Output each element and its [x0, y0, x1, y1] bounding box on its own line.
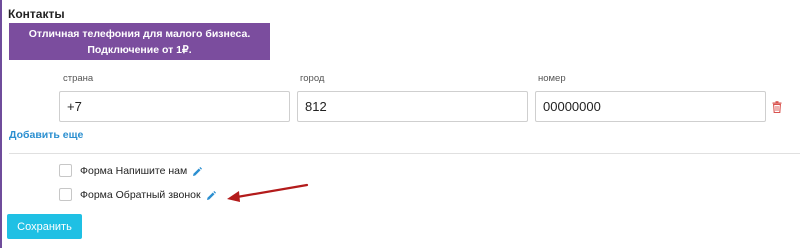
pencil-icon[interactable] — [192, 167, 202, 177]
add-more-link[interactable]: Добавить еще — [9, 129, 83, 141]
form-write-us-label: Форма Напишите нам — [80, 165, 188, 177]
trash-icon[interactable] — [772, 101, 782, 113]
divider — [9, 153, 800, 154]
promo-banner-line1: Отличная телефония для малого бизнеса. — [28, 28, 251, 40]
window-frame-edge — [0, 0, 2, 248]
country-label: страна — [63, 73, 94, 84]
country-code-input[interactable] — [59, 91, 290, 122]
pencil-icon[interactable] — [206, 191, 216, 201]
phone-number-input[interactable] — [535, 91, 766, 122]
save-button[interactable]: Сохранить — [7, 214, 82, 239]
city-code-input[interactable] — [297, 91, 528, 122]
section-title: Контакты — [8, 7, 65, 21]
form-write-us-checkbox[interactable] — [59, 164, 72, 177]
form-callback-checkbox[interactable] — [59, 188, 72, 201]
promo-banner-line2: Подключение от 1₽. — [87, 44, 192, 56]
promo-banner[interactable]: Отличная телефония для малого бизнеса. П… — [9, 23, 270, 60]
annotation-arrow — [227, 183, 309, 202]
city-label: город — [300, 73, 325, 84]
number-label: номер — [538, 73, 566, 84]
form-callback-label: Форма Обратный звонок — [80, 189, 201, 201]
